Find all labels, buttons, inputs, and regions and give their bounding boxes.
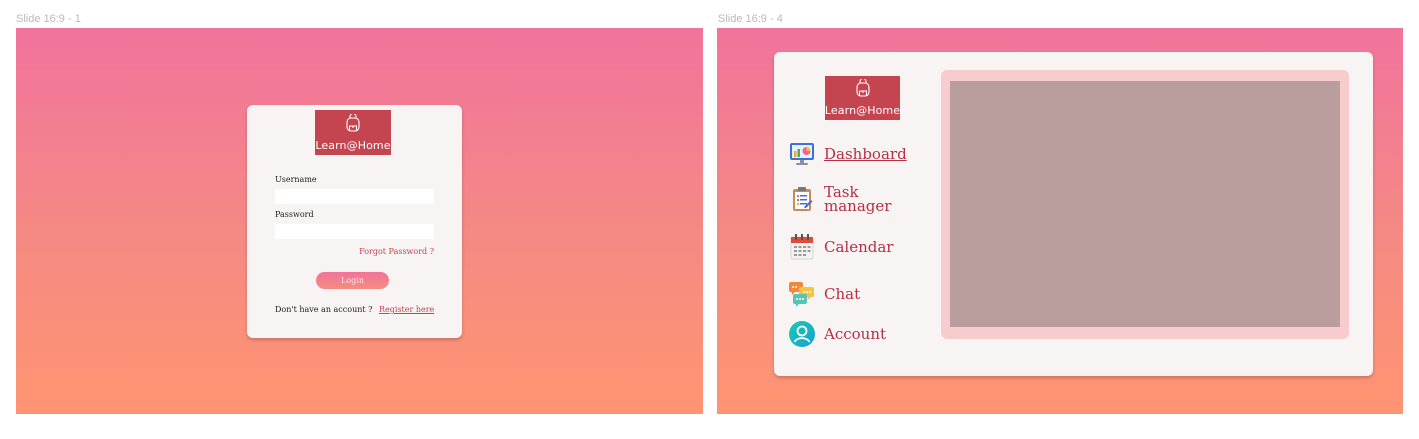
calendar-icon	[788, 233, 816, 261]
register-link[interactable]: Register here	[379, 305, 434, 314]
login-card: Learn@Home Username Password Forgot Pass…	[247, 105, 462, 338]
brand-logo: Learn@Home	[315, 110, 391, 155]
dashboard-card: Learn@Home Dashboard Task manager Calend…	[774, 52, 1373, 376]
brand-logo: Learn@Home	[825, 76, 900, 120]
brand-name: Learn@Home	[824, 104, 901, 117]
user-circle-icon	[788, 320, 816, 348]
frame-label-dashboard: Slide 16:9 - 4	[718, 13, 783, 25]
nav-item-account[interactable]: Account	[788, 320, 886, 348]
no-account-text: Don't have an account ?	[275, 305, 373, 314]
nav-label-account: Account	[824, 325, 887, 343]
nav-item-dashboard[interactable]: Dashboard	[788, 140, 907, 168]
nav-label-dashboard: Dashboard	[824, 145, 907, 163]
nav-label-calendar: Calendar	[824, 238, 894, 256]
dashboard-slide: Learn@Home Dashboard Task manager Calend…	[717, 28, 1403, 414]
username-label: Username	[275, 175, 317, 184]
chat-bubbles-icon	[788, 280, 816, 308]
register-line: Don't have an account ? Register here	[275, 305, 434, 314]
nav-item-chat[interactable]: Chat	[788, 280, 860, 308]
nav-item-task-manager[interactable]: Task manager	[788, 183, 894, 215]
nav-label-task-manager: Task manager	[824, 183, 892, 215]
content-placeholder	[950, 81, 1340, 327]
backpack-icon	[855, 78, 871, 101]
backpack-icon	[345, 112, 361, 136]
password-input[interactable]	[275, 224, 434, 239]
login-slide: Learn@Home Username Password Forgot Pass…	[16, 28, 703, 414]
password-label: Password	[275, 210, 314, 219]
login-button[interactable]: Login	[316, 272, 389, 289]
frame-label-login: Slide 16:9 - 1	[16, 13, 81, 25]
clipboard-icon	[788, 185, 816, 213]
dashboard-chart-icon	[788, 140, 816, 168]
brand-name: Learn@Home	[315, 138, 391, 152]
content-panel	[941, 70, 1349, 339]
forgot-password-link[interactable]: Forgot Password ?	[359, 247, 434, 256]
nav-label-chat: Chat	[824, 285, 861, 303]
username-input[interactable]	[275, 189, 434, 204]
nav-item-calendar[interactable]: Calendar	[788, 233, 893, 261]
